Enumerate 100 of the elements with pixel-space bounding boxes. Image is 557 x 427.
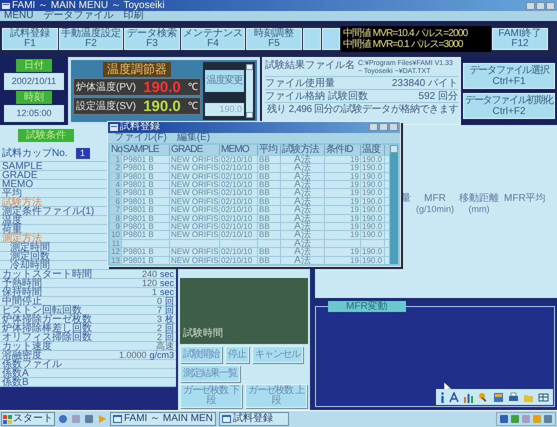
play-icon[interactable] xyxy=(97,414,107,424)
table-cell: NEW ORIFIS xyxy=(170,256,220,264)
table-cell: A法 xyxy=(281,248,325,256)
test-button[interactable]: ガーゼ枚数 下段 xyxy=(180,384,242,408)
function-button[interactable]: 試料登録 F1 xyxy=(2,28,58,50)
condition-label: 測定時間 xyxy=(10,242,50,252)
condition-label: 平均 xyxy=(2,188,22,198)
table-cell: BB xyxy=(258,223,281,230)
table-cell: 02/10/10 xyxy=(220,189,258,197)
table-cell: 02/10/10 xyxy=(220,256,258,264)
table-cell: BB xyxy=(258,198,281,206)
test-button[interactable]: 停止 xyxy=(225,346,249,363)
condition-value: 7 xyxy=(156,305,162,315)
condition-label: 測定条件ファイル(1) xyxy=(2,206,94,216)
table-cell: P9801 B xyxy=(122,181,170,188)
close-button[interactable] xyxy=(546,2,555,10)
column-header: MFR xyxy=(424,193,446,204)
taskbar-button[interactable]: 試料登録 xyxy=(218,412,289,426)
table-cell: 8 xyxy=(110,214,122,222)
status-text: 中間値 MVR=0.1 パルス=3000 xyxy=(343,39,464,50)
cup-number: 1 xyxy=(76,148,90,158)
table-cell: 4 xyxy=(110,181,122,188)
table-cell: 5 xyxy=(110,189,122,197)
function-button[interactable]: 時刻調整 F5 xyxy=(246,28,302,50)
reading-label: 炉体温度(PV) xyxy=(76,80,136,94)
maximize-button[interactable] xyxy=(379,123,388,132)
column-header: MEMO xyxy=(220,144,258,155)
table-cell: 02/10/10 xyxy=(220,164,258,172)
graph-tab[interactable]: MFR変動 xyxy=(328,301,406,312)
conditions-title: 試験条件 xyxy=(18,128,74,142)
unit-label: ℃ xyxy=(188,80,198,94)
test-button[interactable]: 試験開始 xyxy=(180,346,222,363)
unit-label: 枚 xyxy=(165,314,174,324)
data-file-button[interactable]: データファイル初期化 Ctrl+F2 xyxy=(463,93,555,119)
menu-item[interactable]: ファイル(F) xyxy=(114,132,167,143)
table-cell: 19 xyxy=(325,256,361,264)
time-value: 12:05:00 xyxy=(4,105,64,122)
menu-item[interactable]: MENU xyxy=(4,11,34,21)
table-cell: P9801 B xyxy=(122,172,170,180)
unit-label: 回 xyxy=(165,305,174,315)
table-cell: 19 xyxy=(325,181,361,188)
exit-button[interactable]: FAMI終了 F12 xyxy=(492,28,548,50)
printer-icon xyxy=(508,392,519,402)
column-header: 温度 xyxy=(361,144,385,155)
test-button[interactable]: 測定結果一覧 xyxy=(180,365,240,382)
condition-label: 中間停止 xyxy=(2,296,42,306)
table-cell: 190.0 xyxy=(361,214,385,222)
table-cell: 1 xyxy=(110,156,122,164)
menu-item[interactable]: 編集(E) xyxy=(176,132,210,143)
table-cell: 02/10/10 xyxy=(220,214,258,222)
blank-button[interactable] xyxy=(322,28,340,50)
blank-button[interactable] xyxy=(303,28,321,50)
table-cell: NEW ORIFIS xyxy=(170,189,220,197)
condition-label: 荷重 xyxy=(2,224,22,234)
close-button[interactable] xyxy=(389,123,398,132)
condition-label: 炉体掃除棒差し回数 xyxy=(2,324,92,332)
table-cell: A法 xyxy=(281,214,325,222)
condition-label: オリフィス掃除回数 xyxy=(2,332,92,342)
function-button[interactable]: データ検索 F3 xyxy=(124,28,180,50)
table-cell: 02/10/10 xyxy=(220,172,258,180)
app-icon xyxy=(2,2,10,10)
table-cell: 190.0 xyxy=(361,156,385,164)
maximize-button[interactable] xyxy=(536,2,545,10)
taskbar-button[interactable]: FAMI ～ MAIN MEN xyxy=(110,412,216,426)
menu-item[interactable]: データファイル xyxy=(43,11,114,21)
table-cell: 190.0 xyxy=(361,206,385,214)
condition-value: 2 xyxy=(156,323,162,333)
change-temperature-button[interactable]: 温度変更 xyxy=(205,70,244,92)
test-button[interactable]: ガーゼ枚数 上段 xyxy=(245,384,307,408)
info-label: ファイル格納 試験回数 xyxy=(265,91,368,102)
condition-value: 240 xyxy=(142,269,157,279)
table-cell: NEW ORIFIS xyxy=(170,181,220,188)
condition-label: カットスタート時間 xyxy=(2,270,92,278)
function-button[interactable]: メンテナンス F4 xyxy=(181,28,245,50)
info-note: 残り 2,496 回分の試験データが格納できます xyxy=(266,104,458,115)
minimize-button[interactable] xyxy=(526,2,535,10)
table-cell: 190.0 xyxy=(361,256,385,264)
table-cell: BB xyxy=(258,172,281,180)
menu-item[interactable]: 印刷 xyxy=(123,11,144,21)
column-header: 移動距離 xyxy=(459,193,500,204)
minimize-button[interactable] xyxy=(369,123,378,132)
table-cell: A法 xyxy=(281,181,325,188)
condition-label: 溶融密度 xyxy=(2,350,42,360)
data-file-button[interactable]: データファイル選択 Ctrl+F1 xyxy=(463,63,555,89)
start-button[interactable]: スタート xyxy=(1,412,55,426)
table-cell: 190.0 xyxy=(361,223,385,230)
reading-value: 190.0 xyxy=(143,80,181,94)
info-label: ファイル使用量 xyxy=(265,78,335,89)
table-cell: 9 xyxy=(110,223,122,230)
table-cell: BB xyxy=(258,231,281,239)
table-cell: BB xyxy=(258,189,281,197)
table-cell: 3 xyxy=(110,172,122,180)
scroll-bar[interactable] xyxy=(246,64,253,118)
reading-label: 設定温度(SV) xyxy=(76,100,136,114)
temperature-title: 温度調節器 xyxy=(103,62,171,77)
function-button[interactable]: 手動温度設定 F2 xyxy=(59,28,123,50)
test-button[interactable]: キャンセル xyxy=(252,346,303,363)
scroll-bar[interactable] xyxy=(390,144,398,264)
table-cell: P9801 B xyxy=(122,231,170,239)
table-cell: A法 xyxy=(281,172,325,180)
